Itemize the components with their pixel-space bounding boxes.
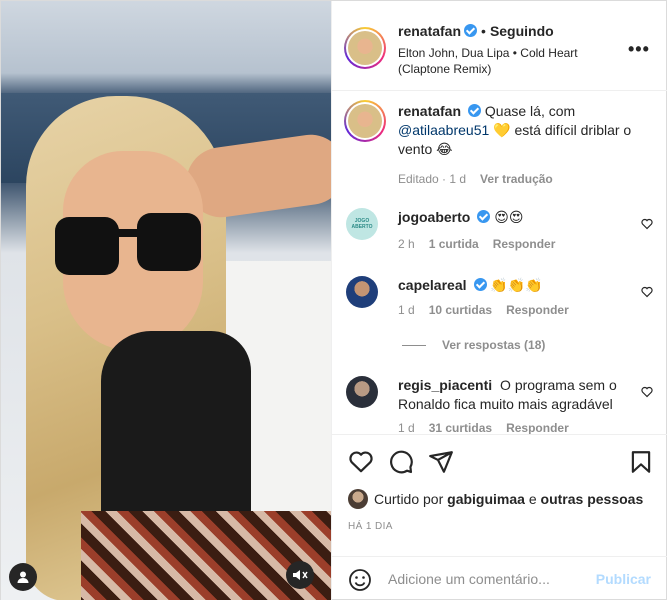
- translate-button[interactable]: Ver tradução: [480, 172, 553, 186]
- send-icon[interactable]: [428, 449, 454, 475]
- caption-username[interactable]: renatafan: [398, 103, 461, 119]
- separator: •: [481, 23, 486, 39]
- user-icon: [17, 571, 29, 583]
- comment-username[interactable]: capelareal: [398, 277, 467, 293]
- comment-avatar[interactable]: [346, 276, 378, 308]
- comment-username[interactable]: regis_piacenti: [398, 377, 492, 393]
- comment-body: capelareal 👏👏👏: [398, 276, 638, 295]
- liked-by-user[interactable]: gabiguimaa: [447, 491, 525, 507]
- verified-icon: [468, 104, 482, 117]
- post-actions: [332, 434, 667, 489]
- avatar-logo-text: JOGO ABERTO: [351, 218, 373, 230]
- liked-by-joiner: e: [528, 491, 537, 507]
- author-avatar[interactable]: [344, 27, 386, 69]
- liked-by: Curtido por gabiguimaa e outras pessoas: [348, 489, 643, 509]
- view-replies-button[interactable]: Ver respostas (18): [402, 338, 545, 352]
- comment-meta: 1 d 31 curtidas Responder: [398, 421, 583, 434]
- comment-like-heart-icon[interactable]: [641, 386, 653, 398]
- comment-like-heart-icon[interactable]: [641, 286, 653, 298]
- post-header: renatafan • Seguindo Elton John, Dua Lipa …: [332, 1, 667, 91]
- comment-avatar[interactable]: JOGO ABERTO: [346, 208, 378, 240]
- comment-icon[interactable]: [388, 449, 414, 475]
- reply-button[interactable]: Responder: [493, 237, 556, 251]
- post-side-panel: renatafan • Seguindo Elton John, Dua Lipa …: [331, 1, 667, 600]
- reply-button[interactable]: Responder: [506, 421, 569, 434]
- mute-button[interactable]: [286, 561, 314, 589]
- author-line: renatafan • Seguindo: [398, 23, 554, 39]
- caption-text-before: Quase lá, com: [484, 103, 576, 119]
- replies-divider: [402, 345, 426, 347]
- liked-by-others[interactable]: outras pessoas: [541, 491, 644, 507]
- liker-avatar[interactable]: [348, 489, 368, 509]
- bookmark-icon[interactable]: [628, 449, 654, 475]
- author-username[interactable]: renatafan: [398, 23, 461, 39]
- more-options-icon[interactable]: •••: [628, 39, 650, 60]
- add-comment-bar: Adicione um comentário... Publicar: [332, 556, 667, 600]
- comment-meta: 1 d 10 curtidas Responder: [398, 303, 583, 317]
- caption-avatar[interactable]: [344, 100, 386, 142]
- comment-likes[interactable]: 10 curtidas: [429, 303, 492, 317]
- edited-time: Editado · 1 d: [398, 172, 467, 186]
- comment-likes[interactable]: 31 curtidas: [429, 421, 492, 434]
- comment-like-heart-icon[interactable]: [641, 218, 653, 230]
- verified-icon: [473, 278, 487, 291]
- post-photo[interactable]: [1, 1, 331, 600]
- view-replies-label: Ver respostas (18): [442, 338, 546, 352]
- following-button[interactable]: Seguindo: [490, 23, 554, 39]
- comment-username[interactable]: jogoaberto: [398, 209, 470, 225]
- caption-text: renatafan Quase lá, com @atilaabreu51 💛 …: [398, 102, 638, 159]
- comment-meta: 2 h 1 curtida Responder: [398, 237, 569, 251]
- sunglasses: [55, 213, 201, 275]
- comment-time: 2 h: [398, 237, 415, 251]
- mention-link[interactable]: @atilaabreu51: [398, 122, 489, 138]
- comment-time: 1 d: [398, 303, 415, 317]
- comment-text: 😍😍: [494, 209, 524, 225]
- liked-by-prefix: Curtido por: [374, 491, 444, 507]
- comments-list: renatafan Quase lá, com @atilaabreu51 💛 …: [332, 92, 667, 434]
- comment-input[interactable]: Adicione um comentário...: [388, 571, 550, 587]
- caption-meta: Editado · 1 d Ver tradução: [398, 172, 567, 186]
- comment-likes[interactable]: 1 curtida: [429, 237, 479, 251]
- tagged-user-button[interactable]: [9, 563, 37, 591]
- instagram-post: renatafan • Seguindo Elton John, Dua Lipa …: [0, 0, 667, 600]
- comment-body: jogoaberto 😍😍: [398, 208, 638, 227]
- verified-icon: [464, 24, 478, 37]
- comment-text: 👏👏👏: [490, 277, 543, 293]
- post-time[interactable]: HÁ 1 DIA: [348, 521, 393, 532]
- heart-icon[interactable]: [348, 449, 374, 475]
- comment-time: 1 d: [398, 421, 415, 434]
- reply-button[interactable]: Responder: [506, 303, 569, 317]
- verified-icon: [477, 210, 491, 223]
- mute-icon: [293, 570, 308, 580]
- comment-body: regis_piacenti O programa sem o Ronaldo …: [398, 376, 638, 414]
- audio-track[interactable]: Elton John, Dua Lipa • Cold Heart (Clapt…: [398, 45, 608, 77]
- emoji-icon[interactable]: [348, 568, 372, 592]
- publish-button[interactable]: Publicar: [596, 571, 651, 587]
- comment-avatar[interactable]: [346, 376, 378, 408]
